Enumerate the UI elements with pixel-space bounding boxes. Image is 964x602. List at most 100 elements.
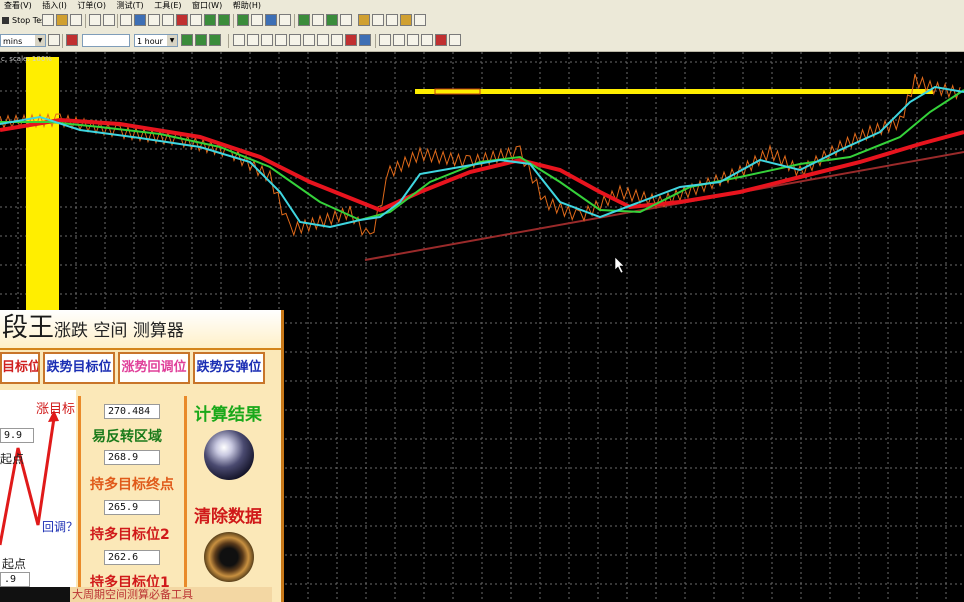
start-point-value[interactable]: .9 — [0, 572, 30, 587]
menu-test[interactable]: 测试(T) — [113, 1, 148, 10]
lock-icon[interactable] — [162, 14, 174, 26]
shift-icon[interactable] — [312, 14, 324, 26]
panel-title-sub: 涨跌 空间 测算器 — [54, 321, 184, 341]
menu-help[interactable]: 帮助(H) — [229, 1, 265, 10]
separator — [117, 14, 118, 28]
gann-icon[interactable] — [393, 34, 405, 46]
cycle-icon[interactable] — [421, 34, 433, 46]
timeframe-combo[interactable]: 1 hour ▼ — [134, 34, 178, 47]
mouse-cursor-icon — [614, 256, 625, 274]
status-text: 大周期空间测算必备工具 — [70, 587, 272, 602]
action-column: 计算结果 清除数据 — [188, 396, 278, 596]
tab-up-pullback[interactable]: 涨势回调位 — [118, 352, 190, 384]
menu-view[interactable]: 查看(V) — [0, 1, 36, 10]
value-262[interactable]: 262.6 — [104, 550, 160, 565]
value-270[interactable]: 270.484 — [104, 404, 160, 419]
expert-icon[interactable] — [358, 14, 370, 26]
properties-icon[interactable] — [134, 14, 146, 26]
template-icon[interactable] — [148, 14, 160, 26]
autoscroll-icon[interactable] — [326, 14, 338, 26]
calc-result-label: 计算结果 — [194, 405, 262, 425]
separator — [62, 34, 63, 48]
pause-icon[interactable] — [66, 34, 78, 46]
menu-insert[interactable]: 插入(I) — [38, 1, 71, 10]
bar-chart-icon[interactable] — [237, 14, 249, 26]
symbol-combo[interactable]: mins ▼ — [0, 34, 46, 47]
panel-title-main: 段王 — [2, 313, 55, 343]
profiles-icon[interactable] — [89, 14, 101, 26]
close-chart-icon[interactable] — [176, 14, 188, 26]
check-icon[interactable] — [372, 14, 384, 26]
menu-bar: 查看(V) 插入(I) 订单(O) 测试(T) 工具(E) 窗口(W) 帮助(H… — [0, 0, 964, 11]
up-target-label: 涨目标 — [36, 402, 76, 417]
separator — [228, 34, 229, 48]
start-point-label-top: 起点 — [0, 452, 25, 466]
cursor-icon[interactable] — [233, 34, 245, 46]
horizontal-line-icon[interactable] — [275, 34, 287, 46]
tester-icon[interactable] — [414, 14, 426, 26]
tab-down-target[interactable]: 跌势目标位 — [43, 352, 115, 384]
separator — [85, 14, 86, 28]
channel-icon[interactable] — [303, 34, 315, 46]
copy-icon[interactable] — [70, 14, 82, 26]
up-target-value[interactable]: 9.9 — [0, 428, 34, 443]
play-icon[interactable] — [209, 34, 221, 46]
export-icon[interactable] — [190, 14, 202, 26]
scale-label: c, scale: 100% — [1, 55, 52, 63]
print-icon[interactable] — [103, 14, 115, 26]
period-icon[interactable] — [340, 14, 352, 26]
line-chart-icon[interactable] — [265, 14, 277, 26]
separator — [375, 34, 376, 48]
panel-header: 段王涨跌 空间 测算器 — [0, 310, 281, 350]
zoom-out-icon[interactable] — [218, 14, 230, 26]
start-point-label: 起点 — [2, 557, 27, 571]
separator — [233, 14, 234, 28]
fib-icon[interactable] — [379, 34, 391, 46]
price-series — [0, 73, 961, 237]
open-folder-icon[interactable] — [56, 14, 68, 26]
grid-icon[interactable] — [279, 14, 291, 26]
navigator-icon[interactable] — [400, 14, 412, 26]
step-back-icon[interactable] — [181, 34, 193, 46]
tab-down-rebound[interactable]: 跌势反弹位 — [193, 352, 265, 384]
separator — [294, 14, 295, 28]
crosshair-icon[interactable] — [247, 34, 259, 46]
long-target-end-label: 持多目标终点 — [90, 477, 174, 493]
candle-icon[interactable] — [251, 14, 263, 26]
indicator-icon[interactable] — [298, 14, 310, 26]
speed-slider[interactable] — [82, 34, 130, 47]
chevron-down-icon[interactable]: ▼ — [167, 35, 177, 46]
value-268[interactable]: 268.9 — [104, 450, 160, 465]
value-265[interactable]: 265.9 — [104, 500, 160, 515]
symbol-value: mins — [3, 37, 23, 46]
label-icon[interactable] — [345, 34, 357, 46]
terminal-icon[interactable] — [386, 14, 398, 26]
no-entry-icon[interactable] — [435, 34, 447, 46]
chart-toolbar: mins ▼ 1 hour ▼ — [0, 31, 964, 52]
step-forward-icon[interactable] — [195, 34, 207, 46]
column-divider — [78, 396, 81, 596]
reversal-zone-label: 易反转区域 — [92, 429, 162, 445]
trendline-icon[interactable] — [289, 34, 301, 46]
vertical-line-icon[interactable] — [261, 34, 273, 46]
pencil-icon[interactable] — [407, 34, 419, 46]
text-icon[interactable] — [331, 34, 343, 46]
calculate-button[interactable] — [204, 430, 254, 480]
ma-green-series — [0, 89, 964, 222]
menu-tools[interactable]: 工具(E) — [150, 1, 185, 10]
pitchfork-icon[interactable] — [317, 34, 329, 46]
menu-orders[interactable]: 订单(O) — [73, 1, 110, 10]
zoom-in-icon[interactable] — [204, 14, 216, 26]
tab-label: 目标位 — [2, 360, 40, 375]
clear-button[interactable] — [204, 532, 254, 582]
pullback-label: 回调？ — [42, 520, 79, 534]
palette-icon[interactable] — [449, 34, 461, 46]
tab-label: 跌势目标位 — [46, 360, 112, 375]
arrows-icon[interactable] — [359, 34, 371, 46]
chevron-down-icon[interactable]: ▼ — [35, 35, 45, 46]
page-icon[interactable] — [120, 14, 132, 26]
menu-window[interactable]: 窗口(W) — [188, 1, 226, 10]
new-chart-icon[interactable] — [42, 14, 54, 26]
gear-icon[interactable] — [48, 34, 60, 46]
tab-up-target[interactable]: 目标位 — [0, 352, 40, 384]
